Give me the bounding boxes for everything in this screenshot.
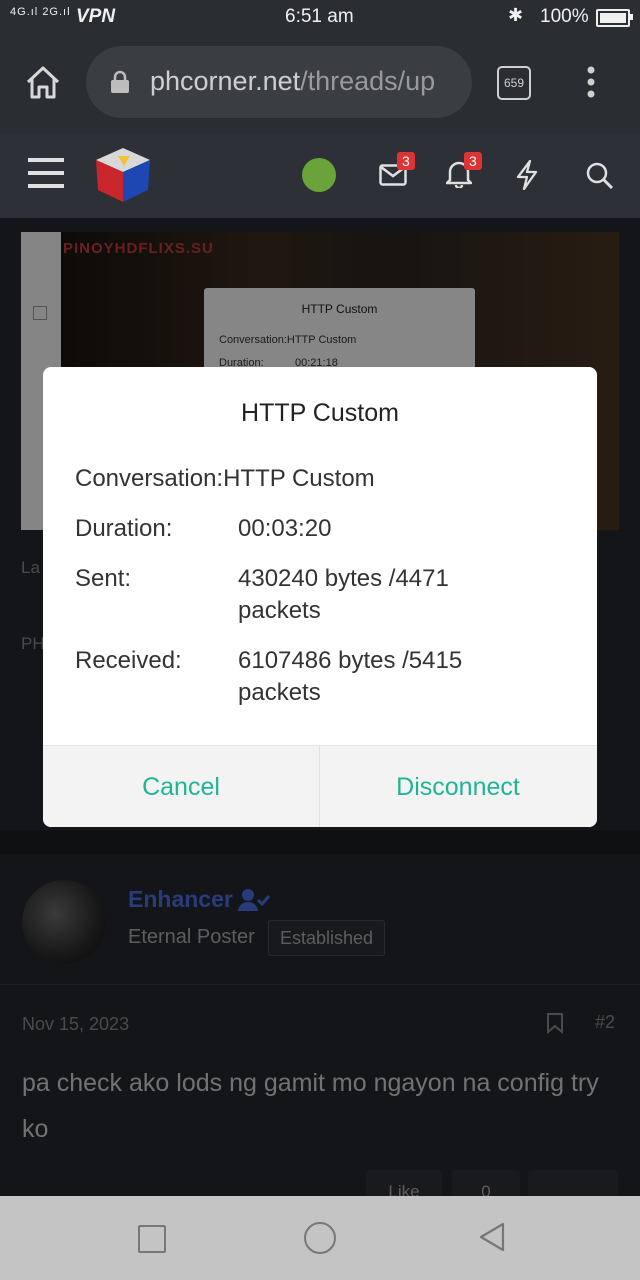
system-nav-bar bbox=[0, 1196, 640, 1280]
vpn-indicator: VPN bbox=[76, 6, 116, 27]
phcorner-logo[interactable] bbox=[94, 146, 152, 209]
alert-badge: 3 bbox=[464, 152, 482, 170]
home-icon[interactable] bbox=[24, 64, 62, 105]
conversation-value: HTTP Custom bbox=[223, 465, 375, 492]
duration-value: 00:03:20 bbox=[238, 515, 332, 542]
dialog-actions: Cancel Disconnect bbox=[43, 745, 597, 827]
back-icon[interactable] bbox=[478, 1222, 506, 1257]
browser-toolbar: phcorner.net/threads/up 659 bbox=[0, 34, 640, 134]
received-value: 6107486 bytes /5415 packets bbox=[238, 647, 463, 706]
status-bar: 4G.ıl 2G.ıl VPN 6:51 am ✱ 100% bbox=[0, 0, 640, 34]
address-bar[interactable]: phcorner.net/threads/up bbox=[86, 46, 472, 118]
conversation-label: Conversation: bbox=[75, 465, 224, 492]
battery-percent: 100% bbox=[540, 6, 589, 27]
disconnect-button[interactable]: Disconnect bbox=[320, 746, 596, 827]
sent-value: 430240 bytes /4471 packets bbox=[238, 565, 449, 624]
bluetooth-icon: ✱ bbox=[508, 5, 524, 25]
search-icon[interactable] bbox=[586, 162, 614, 195]
message-badge: 3 bbox=[397, 152, 415, 170]
sent-label: Sent: bbox=[75, 565, 132, 592]
site-header: 3 3 bbox=[0, 134, 640, 218]
dialog-title: HTTP Custom bbox=[241, 399, 399, 427]
conversation-row: Conversation:HTTP Custom bbox=[75, 463, 375, 495]
home-nav-icon[interactable] bbox=[304, 1222, 336, 1254]
cancel-button[interactable]: Cancel bbox=[43, 746, 319, 827]
url-text: phcorner.net/threads/up bbox=[150, 66, 436, 96]
more-vert-icon[interactable] bbox=[586, 66, 596, 103]
menu-icon[interactable] bbox=[28, 158, 64, 193]
received-label: Received: bbox=[75, 647, 182, 674]
tabs-icon[interactable]: 659 bbox=[497, 66, 531, 100]
battery-icon bbox=[596, 9, 633, 27]
clock: 6:51 am bbox=[285, 6, 354, 27]
disconnect-dialog: HTTP Custom Conversation:HTTP Custom Dur… bbox=[43, 367, 597, 827]
signal-icon: 4G.ıl 2G.ıl bbox=[10, 6, 71, 18]
lightning-icon[interactable] bbox=[516, 159, 538, 195]
recents-icon[interactable] bbox=[138, 1225, 166, 1253]
android-avatar[interactable] bbox=[302, 158, 336, 192]
duration-label: Duration: bbox=[75, 515, 173, 542]
lock-icon bbox=[110, 70, 130, 99]
